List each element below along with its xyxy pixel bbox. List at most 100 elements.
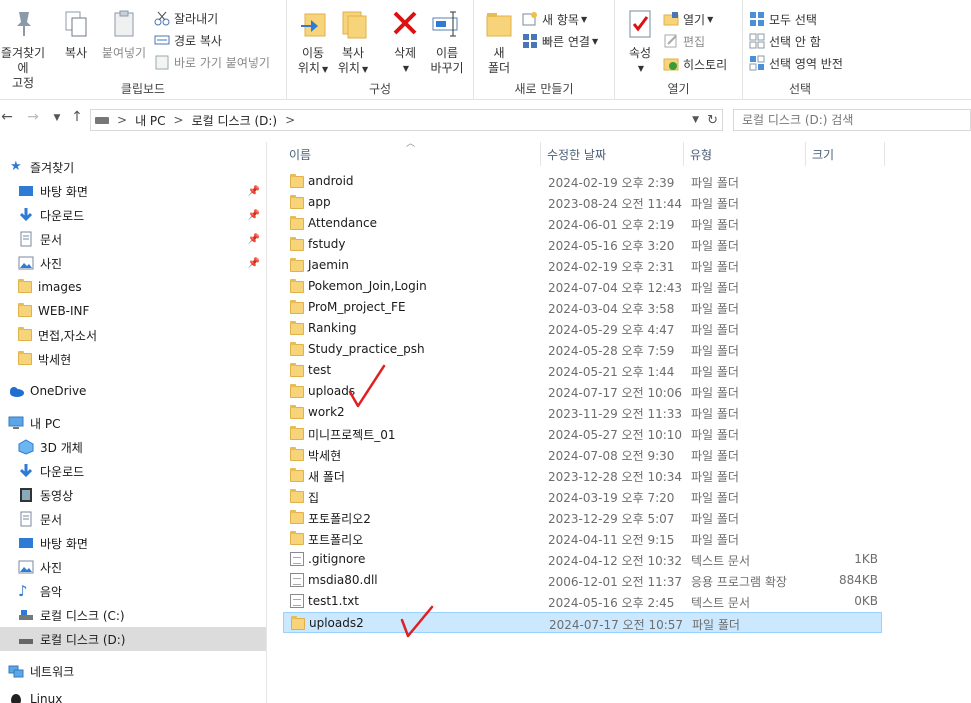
properties-caret-icon: ▼	[637, 64, 645, 73]
open-group: 속성 ▼ 열기 ▼ 편집 히스토리 열기	[615, 0, 743, 100]
file-row[interactable]: app 2023-08-24 오전 11:44 파일 폴더	[283, 192, 882, 213]
up-arrow-icon[interactable]: ↑	[68, 109, 86, 125]
nav-downloads[interactable]: 다운로드 📌	[0, 203, 266, 227]
file-row[interactable]: 미니프로젝트_01 2024-05-27 오전 10:10 파일 폴더	[283, 423, 882, 444]
file-row[interactable]: android 2024-02-19 오후 2:39 파일 폴더	[283, 171, 882, 192]
nav-quick-access[interactable]: ★ 즐겨찾기	[0, 155, 266, 179]
nav-pc-downloads[interactable]: 다운로드	[0, 459, 266, 483]
folder-icon	[290, 321, 304, 335]
file-date: 2024-05-28 오후 7:59	[548, 344, 675, 358]
file-row[interactable]: 박세현 2024-07-08 오전 9:30 파일 폴더	[283, 444, 882, 465]
nav-web-inf[interactable]: WEB-INF	[0, 299, 266, 323]
folder-icon	[290, 300, 304, 314]
folder-icon	[290, 384, 304, 398]
file-row[interactable]: msdia80.dll 2006-12-01 오전 11:37 응용 프로그램 확장…	[283, 570, 882, 591]
nav-3d-objects[interactable]: 3D 개체	[0, 435, 266, 459]
file-row[interactable]: .gitignore 2024-04-12 오전 10:32 텍스트 문서 1KB	[283, 549, 882, 570]
easy-access-button[interactable]: 빠른 연결 ▼	[522, 31, 598, 51]
nav-onedrive[interactable]: OneDrive	[0, 379, 266, 403]
nav-drive-d[interactable]: 로컬 디스크 (D:)	[0, 627, 266, 651]
delete-button[interactable]: 삭제 ▼	[387, 8, 423, 76]
nav-pc-documents[interactable]: 문서	[0, 507, 266, 531]
file-row[interactable]: 포토폴리오2 2023-12-29 오후 5:07 파일 폴더	[283, 507, 882, 528]
file-row[interactable]: test1.txt 2024-05-16 오후 2:45 텍스트 문서 0KB	[283, 591, 882, 612]
nav-pc-desktop[interactable]: 바탕 화면	[0, 531, 266, 555]
nav-images[interactable]: images	[0, 275, 266, 299]
file-row[interactable]: uploads2 2024-07-17 오전 10:57 파일 폴더	[283, 612, 882, 633]
file-size: 1KB	[854, 552, 878, 566]
nav-pc-pictures[interactable]: 사진	[0, 555, 266, 579]
refresh-icon[interactable]: ↻	[707, 113, 718, 128]
column-header-date[interactable]: 수정한 날짜	[541, 142, 684, 166]
download-icon	[18, 463, 34, 479]
edit-button[interactable]: 편집	[663, 31, 705, 51]
nav-parksehyun[interactable]: 박세현	[0, 347, 266, 371]
file-row[interactable]: Attendance 2024-06-01 오후 2:19 파일 폴더	[283, 213, 882, 234]
copy-to-button[interactable]: 복사 위치 ▼	[335, 8, 371, 77]
select-none-button[interactable]: 선택 안 함	[749, 31, 821, 51]
breadcrumb-this-pc[interactable]: 내 PC	[135, 112, 165, 129]
paste-button[interactable]: 붙여넣기	[98, 8, 150, 61]
file-row[interactable]: 포트폴리오 2024-04-11 오전 9:15 파일 폴더	[283, 528, 882, 549]
file-date: 2024-07-08 오전 9:30	[548, 449, 675, 463]
move-to-button[interactable]: 이동 위치 ▼	[295, 8, 331, 77]
nav-linux[interactable]: Linux	[0, 687, 266, 703]
file-row[interactable]: ProM_project_FE 2024-03-04 오후 3:58 파일 폴더	[283, 297, 882, 318]
file-row[interactable]: Jaemin 2024-02-19 오후 2:31 파일 폴더	[283, 255, 882, 276]
breadcrumb-drive-d[interactable]: 로컬 디스크 (D:)	[192, 112, 277, 129]
nav-this-pc[interactable]: 내 PC	[0, 411, 266, 435]
nav-drive-c[interactable]: 로컬 디스크 (C:)	[0, 603, 266, 627]
move-to-label-1: 이동	[301, 46, 325, 60]
delete-caret-icon: ▼	[402, 64, 410, 73]
rename-button[interactable]: 이름 바꾸기	[427, 8, 467, 76]
properties-button[interactable]: 속성 ▼	[623, 8, 657, 76]
folder-icon	[290, 510, 304, 524]
penguin-icon	[8, 691, 24, 703]
column-header-size[interactable]: 크기	[806, 142, 885, 166]
address-bar[interactable]: > 내 PC > 로컬 디스크 (D:) > ▼ ↻	[90, 109, 723, 131]
nav-desktop[interactable]: 바탕 화면 📌	[0, 179, 266, 203]
forward-arrow-icon[interactable]: →	[24, 109, 42, 125]
history-button[interactable]: 히스토리	[663, 54, 727, 74]
new-item-button[interactable]: 새 항목 ▼	[522, 9, 587, 29]
copy-path-button[interactable]: 경로 복사	[154, 30, 222, 50]
file-row[interactable]: 집 2024-03-19 오후 7:20 파일 폴더	[283, 486, 882, 507]
cut-button[interactable]: 잘라내기	[154, 8, 218, 28]
new-folder-button[interactable]: 새 폴더	[482, 8, 516, 76]
new-group: 새 폴더 새 항목 ▼ 빠른 연결 ▼ 새로 만들기	[474, 0, 615, 100]
nav-music[interactable]: ♪ 음악	[0, 579, 266, 603]
file-row[interactable]: Pokemon_Join,Login 2024-07-04 오후 12:43 파일 …	[283, 276, 882, 297]
recent-dropdown-icon[interactable]: ▼	[48, 113, 66, 123]
nav-pictures[interactable]: 사진 📌	[0, 251, 266, 275]
copy-button[interactable]: 복사	[58, 8, 94, 61]
file-row[interactable]: fstudy 2024-05-16 오후 3:20 파일 폴더	[283, 234, 882, 255]
nav-documents[interactable]: 문서 📌	[0, 227, 266, 251]
file-type: 파일 폴더	[691, 260, 739, 274]
paste-icon	[108, 8, 140, 40]
file-date: 2024-05-16 오후 3:20	[548, 239, 675, 253]
column-header-name[interactable]: 이름	[283, 142, 541, 166]
invert-selection-button[interactable]: 선택 영역 반전	[749, 53, 843, 73]
paste-shortcut-button[interactable]: 바로 가기 붙여넣기	[154, 52, 270, 72]
open-button[interactable]: 열기 ▼	[663, 9, 713, 29]
file-name: test	[308, 363, 332, 377]
nav-network[interactable]: 네트워크	[0, 659, 266, 683]
nav-videos[interactable]: 동영상	[0, 483, 266, 507]
select-all-button[interactable]: 모두 선택	[749, 9, 817, 29]
file-row[interactable]: Ranking 2024-05-29 오후 4:47 파일 폴더	[283, 318, 882, 339]
folder-icon	[290, 531, 304, 545]
file-row[interactable]: 새 폴더 2023-12-28 오전 10:34 파일 폴더	[283, 465, 882, 486]
file-row[interactable]: Study_practice_psh 2024-05-28 오후 7:59 파일 폴…	[283, 339, 882, 360]
address-dropdown-icon[interactable]: ▼	[692, 115, 699, 125]
new-item-label: 새 항목	[542, 12, 579, 27]
back-arrow-icon[interactable]: ←	[0, 109, 16, 125]
rename-icon	[431, 8, 463, 40]
pin-icon: 📌	[247, 209, 260, 221]
file-name: 포트폴리오	[308, 533, 364, 547]
column-header-type[interactable]: 유형	[684, 142, 806, 166]
video-icon	[18, 487, 34, 503]
nav-interview[interactable]: 면접,자소서	[0, 323, 266, 347]
desktop-icon	[18, 535, 34, 551]
pin-quick-access-button[interactable]: 즐겨찾기에 고정	[0, 8, 50, 91]
search-input[interactable]: 로컬 디스크 (D:) 검색	[733, 109, 971, 131]
